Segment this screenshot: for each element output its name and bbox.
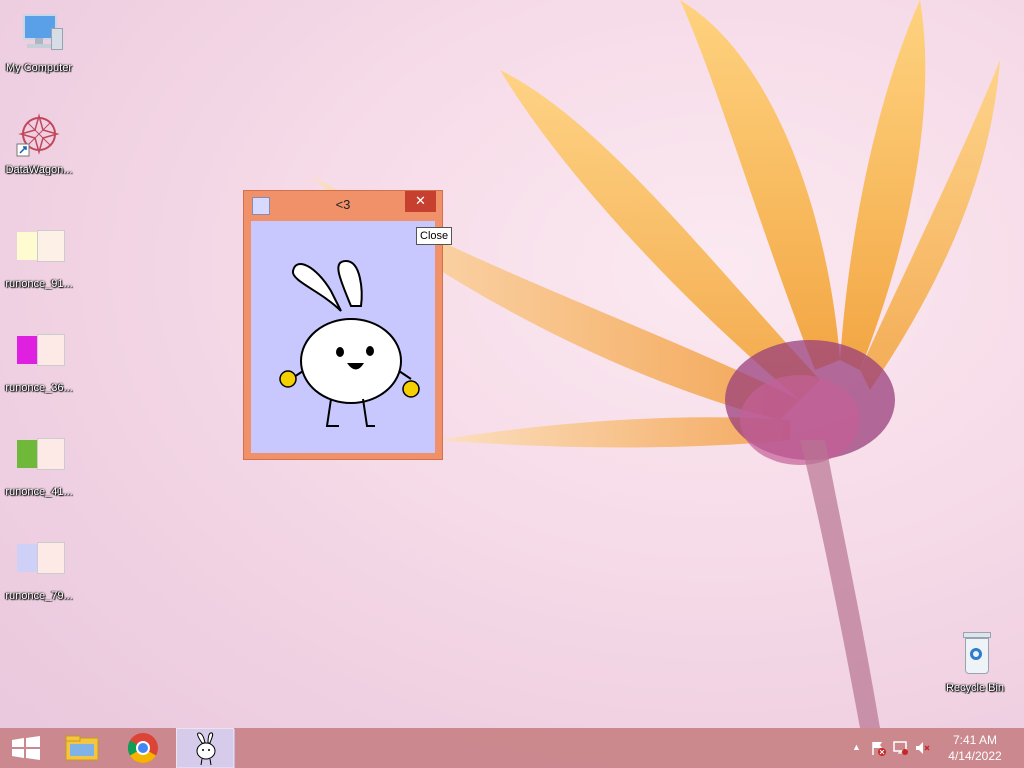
chrome-icon — [127, 733, 158, 764]
desktop-icon-label: runonce_91... — [5, 278, 73, 290]
desktop-icon-label: DataWagon... — [5, 164, 73, 176]
taskbar-bunny-app[interactable] — [176, 728, 235, 768]
desktop-icon-label: Recycle Bin — [945, 682, 1005, 694]
taskbar: ▲ 7:41 AM 4/14/2022 — [0, 728, 1024, 768]
runonce-image-icon — [15, 330, 65, 378]
desktop-icon-label: My Computer — [5, 62, 73, 74]
close-button[interactable]: ✕ — [405, 191, 436, 212]
desktop-icon-runonce-79[interactable]: runonce_79... — [0, 538, 78, 602]
network-icon[interactable] — [892, 740, 908, 756]
runonce-image-icon — [15, 538, 65, 586]
window-titlebar[interactable]: <3 ✕ — [244, 191, 442, 219]
desktop-icon-label: runonce_36... — [5, 382, 73, 394]
close-tooltip: Close — [416, 227, 453, 245]
show-hidden-icons-button[interactable]: ▲ — [852, 742, 868, 758]
bunny-illustration — [279, 259, 420, 427]
desktop-icon-runonce-36[interactable]: runonce_36... — [0, 330, 78, 394]
taskbar-chrome[interactable] — [116, 728, 170, 768]
taskbar-file-explorer[interactable] — [56, 728, 110, 768]
recycle-bin-icon — [951, 630, 999, 678]
taskbar-clock[interactable]: 7:41 AM 4/14/2022 — [940, 732, 1010, 764]
clock-date: 4/14/2022 — [948, 749, 1002, 763]
wallpaper-flower — [310, 0, 1000, 728]
datawagon-shortcut-icon — [15, 112, 63, 160]
start-button[interactable] — [0, 728, 54, 768]
desktop-icon-my-computer[interactable]: My Computer — [0, 10, 78, 74]
computer-icon — [15, 10, 63, 58]
runonce-image-icon — [15, 226, 65, 274]
desktop-icon-label: runonce_79... — [5, 590, 73, 602]
desktop-icon-label: runonce_41... — [5, 486, 73, 498]
desktop-icon-recycle-bin[interactable]: Recycle Bin — [936, 630, 1014, 694]
bunny-window[interactable]: <3 ✕ — [243, 190, 443, 460]
desktop-icon-datawagon[interactable]: DataWagon... — [0, 112, 78, 176]
bunny-app-icon — [177, 729, 235, 768]
volume-muted-icon[interactable] — [914, 740, 930, 756]
system-tray: ▲ 7:41 AM 4/14/2022 — [844, 728, 1024, 768]
clock-time: 7:41 AM — [952, 733, 998, 747]
desktop-icon-runonce-41[interactable]: runonce_41... — [0, 434, 78, 498]
action-center-flag-icon[interactable] — [870, 740, 886, 756]
windows-start-icon — [12, 736, 40, 760]
desktop-icon-runonce-91[interactable]: runonce_91... — [0, 226, 78, 290]
runonce-image-icon — [15, 434, 65, 482]
window-client-area — [251, 221, 435, 453]
file-explorer-icon — [65, 735, 99, 761]
